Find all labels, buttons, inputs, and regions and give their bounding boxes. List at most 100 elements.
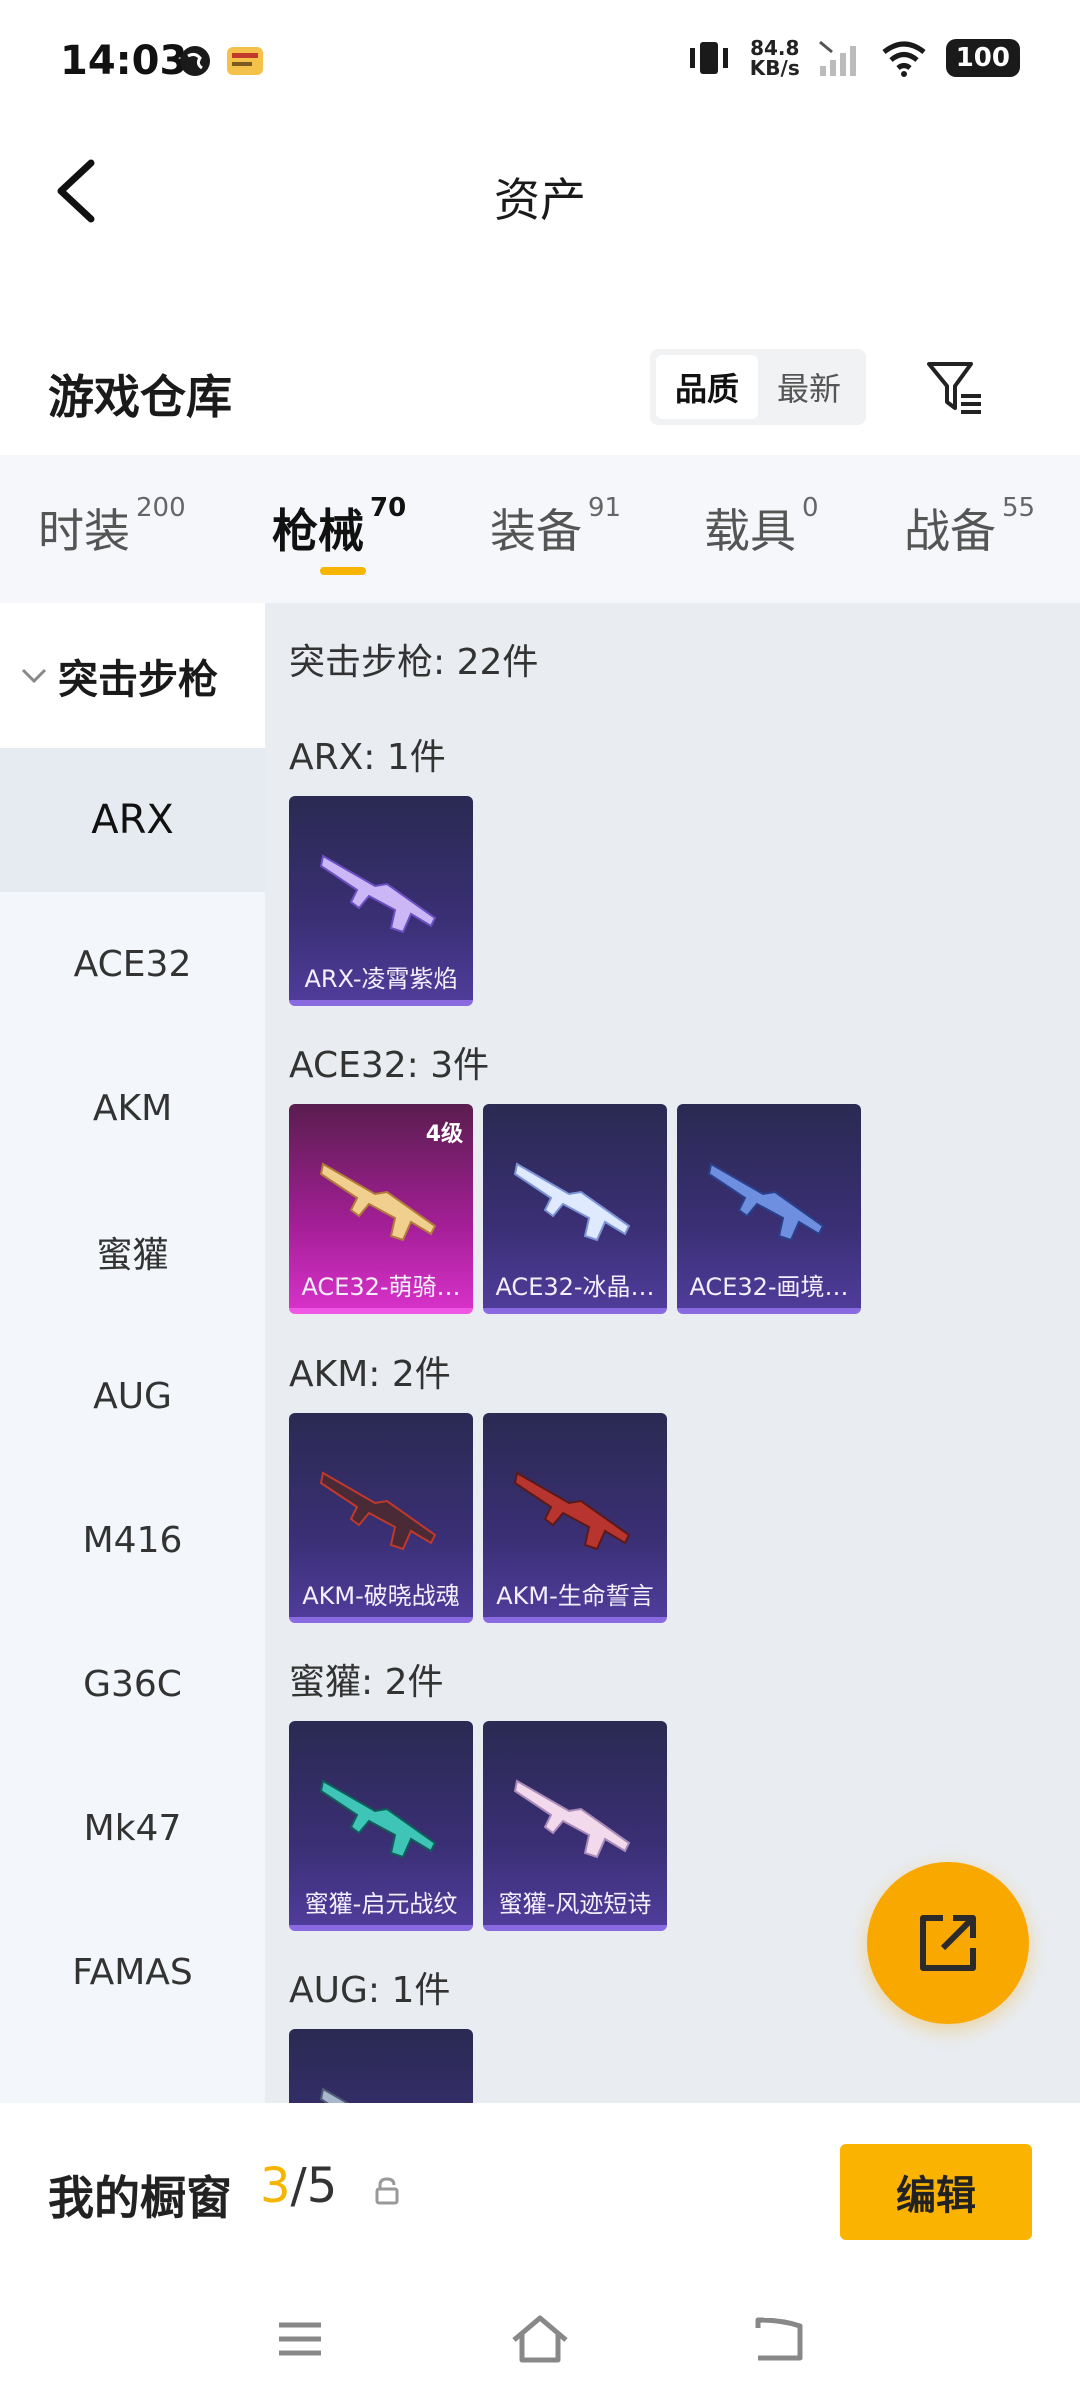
status-bar: 14:03 84.8 KB/s 100 — [0, 0, 1080, 130]
skin-name: ARX-凌霄紫焰 — [304, 965, 458, 993]
sidebar-item-akm[interactable]: AKM — [0, 1036, 265, 1180]
skin-name: 蜜獾-启元战纹 — [304, 1890, 458, 1918]
tab-count: 55 — [1002, 493, 1036, 523]
menu-nav-button[interactable] — [265, 2304, 335, 2374]
tab-label: 载具 — [704, 504, 796, 558]
section-label: ACE32: 3件 — [289, 1045, 490, 1086]
card-row — [289, 2029, 473, 2103]
sidebar-group-label: 突击步枪 — [58, 656, 218, 703]
back-arrow-icon — [755, 2317, 803, 2361]
tab-count: 200 — [136, 493, 186, 523]
sidebar-item-g36c[interactable]: G36C — [0, 1612, 265, 1756]
skin-name: ACE32-画境… — [689, 1273, 849, 1301]
sort-toggle: 品质 最新 — [650, 349, 866, 425]
sidebar-group-assault-rifles[interactable]: 突击步枪 — [0, 603, 265, 748]
app-notification-icon — [227, 47, 263, 75]
filter-icon — [927, 362, 981, 414]
chevron-down-icon — [21, 668, 47, 683]
showcase-current: 3 — [260, 2158, 291, 2214]
skin-card[interactable]: AKM-生命誓言 — [483, 1413, 667, 1623]
vibrate-icon — [689, 42, 728, 74]
tab-label: 时装 — [38, 504, 130, 558]
category-tabs: 时装 200 枪械 70 装备 91 载具 0 战备 55 — [0, 455, 1080, 603]
skin-card[interactable]: AKM-破晓战魂 — [289, 1413, 473, 1623]
sidebar-item-famas[interactable]: FAMAS — [0, 1900, 265, 2044]
rifle-icon — [513, 1162, 631, 1242]
skin-card[interactable]: ARX-凌霄紫焰 — [289, 796, 473, 1006]
sidebar-item-m416[interactable]: M416 — [0, 1468, 265, 1612]
rifle-icon — [319, 1162, 437, 1242]
showcase-bar: 我的橱窗 3/5 编辑 — [0, 2104, 1080, 2274]
skin-name: AKM-破晓战魂 — [302, 1582, 460, 1610]
skin-card[interactable]: ACE32-画境… — [677, 1104, 861, 1314]
home-icon — [512, 2315, 568, 2363]
sidebar-item-arx[interactable]: ARX — [0, 748, 265, 892]
tab-label: 装备 — [490, 504, 582, 558]
skin-card[interactable]: ACE32-冰晶… — [483, 1104, 667, 1314]
sidebar-item-ace32[interactable]: ACE32 — [0, 892, 265, 1036]
rifle-icon — [707, 1162, 825, 1242]
showcase-count: 3/5 — [260, 2158, 337, 2214]
card-row: 蜜獾-启元战纹 蜜獾-风迹短诗 — [289, 1721, 667, 1931]
section-label: AUG: 1件 — [289, 1970, 451, 2011]
share-fab-button[interactable] — [867, 1862, 1029, 2024]
showcase-total: /5 — [290, 2158, 338, 2214]
card-row: 4级 ACE32-萌骑… ACE32-冰晶… ACE32-画境… — [289, 1104, 861, 1314]
sort-option-newest[interactable]: 最新 — [758, 355, 860, 419]
sidebar-item-aug[interactable]: AUG — [0, 1324, 265, 1468]
net-speed-unit: KB/s — [749, 56, 800, 80]
net-speed-value: 84.8 — [750, 36, 800, 60]
category-title: 突击步枪: 22件 — [289, 642, 539, 683]
warehouse-header: 游戏仓库 品质 最新 — [0, 335, 1080, 445]
section-label: 蜜獾: 2件 — [289, 1662, 444, 1703]
net-speed: 84.8 KB/s — [750, 38, 800, 78]
rifle-icon — [319, 1471, 437, 1551]
battery-indicator: 100 — [945, 39, 1020, 77]
tab-count: 91 — [588, 493, 622, 523]
tab-fashion[interactable]: 时装 200 — [38, 493, 186, 561]
skin-name: ACE32-萌骑… — [301, 1273, 461, 1301]
rifle-icon — [513, 1779, 631, 1859]
skin-card[interactable]: 4级 ACE32-萌骑… — [289, 1104, 473, 1314]
sidebar-item-honey-badger[interactable]: 蜜獾 — [0, 1180, 265, 1324]
tab-count: 70 — [370, 493, 407, 523]
tab-weapons[interactable]: 枪械 70 — [272, 493, 407, 561]
tab-equipment[interactable]: 装备 91 — [490, 493, 622, 561]
system-nav-bar — [0, 2274, 1080, 2400]
skin-card[interactable]: 蜜獾-风迹短诗 — [483, 1721, 667, 1931]
wifi-icon — [882, 41, 926, 77]
page-title: 资产 — [494, 173, 586, 227]
skin-card[interactable]: 蜜獾-启元战纹 — [289, 1721, 473, 1931]
top-header: 资产 — [0, 130, 1080, 260]
card-row: ARX-凌霄紫焰 — [289, 796, 473, 1006]
sidebar-item-mk47[interactable]: Mk47 — [0, 1756, 265, 1900]
active-tab-indicator — [320, 567, 366, 575]
sort-option-quality[interactable]: 品质 — [656, 355, 758, 419]
status-left-icons — [178, 44, 264, 78]
skin-name: ACE32-冰晶… — [495, 1273, 655, 1301]
skin-name: 蜜獾-风迹短诗 — [498, 1890, 652, 1918]
home-nav-button[interactable] — [505, 2304, 575, 2374]
back-nav-button[interactable] — [745, 2304, 815, 2374]
skin-name: AKM-生命誓言 — [496, 1582, 654, 1610]
warehouse-title: 游戏仓库 — [48, 370, 232, 424]
signal-icon — [818, 40, 856, 76]
section-label: ARX: 1件 — [289, 737, 446, 778]
tab-gear[interactable]: 战备 55 — [904, 493, 1036, 561]
rifle-icon — [319, 1779, 437, 1859]
filter-button[interactable] — [920, 353, 990, 423]
rifle-icon — [513, 1471, 631, 1551]
tab-label: 战备 — [904, 504, 996, 558]
share-external-icon — [920, 1915, 976, 1971]
showcase-label: 我的橱窗 — [48, 2171, 232, 2225]
status-time: 14:03 — [60, 38, 188, 84]
tab-count: 0 — [802, 493, 819, 523]
card-row: AKM-破晓战魂 AKM-生命誓言 — [289, 1413, 667, 1623]
weapon-sidebar: 突击步枪 ARX ACE32 AKM 蜜獾 AUG M416 G36C Mk47… — [0, 603, 265, 2103]
tab-vehicles[interactable]: 载具 0 — [704, 493, 819, 561]
skin-card[interactable] — [289, 2029, 473, 2103]
tab-label: 枪械 — [272, 504, 364, 558]
lock-icon — [375, 2177, 399, 2205]
edit-button[interactable]: 编辑 — [840, 2144, 1032, 2240]
rifle-icon — [319, 2087, 350, 2103]
